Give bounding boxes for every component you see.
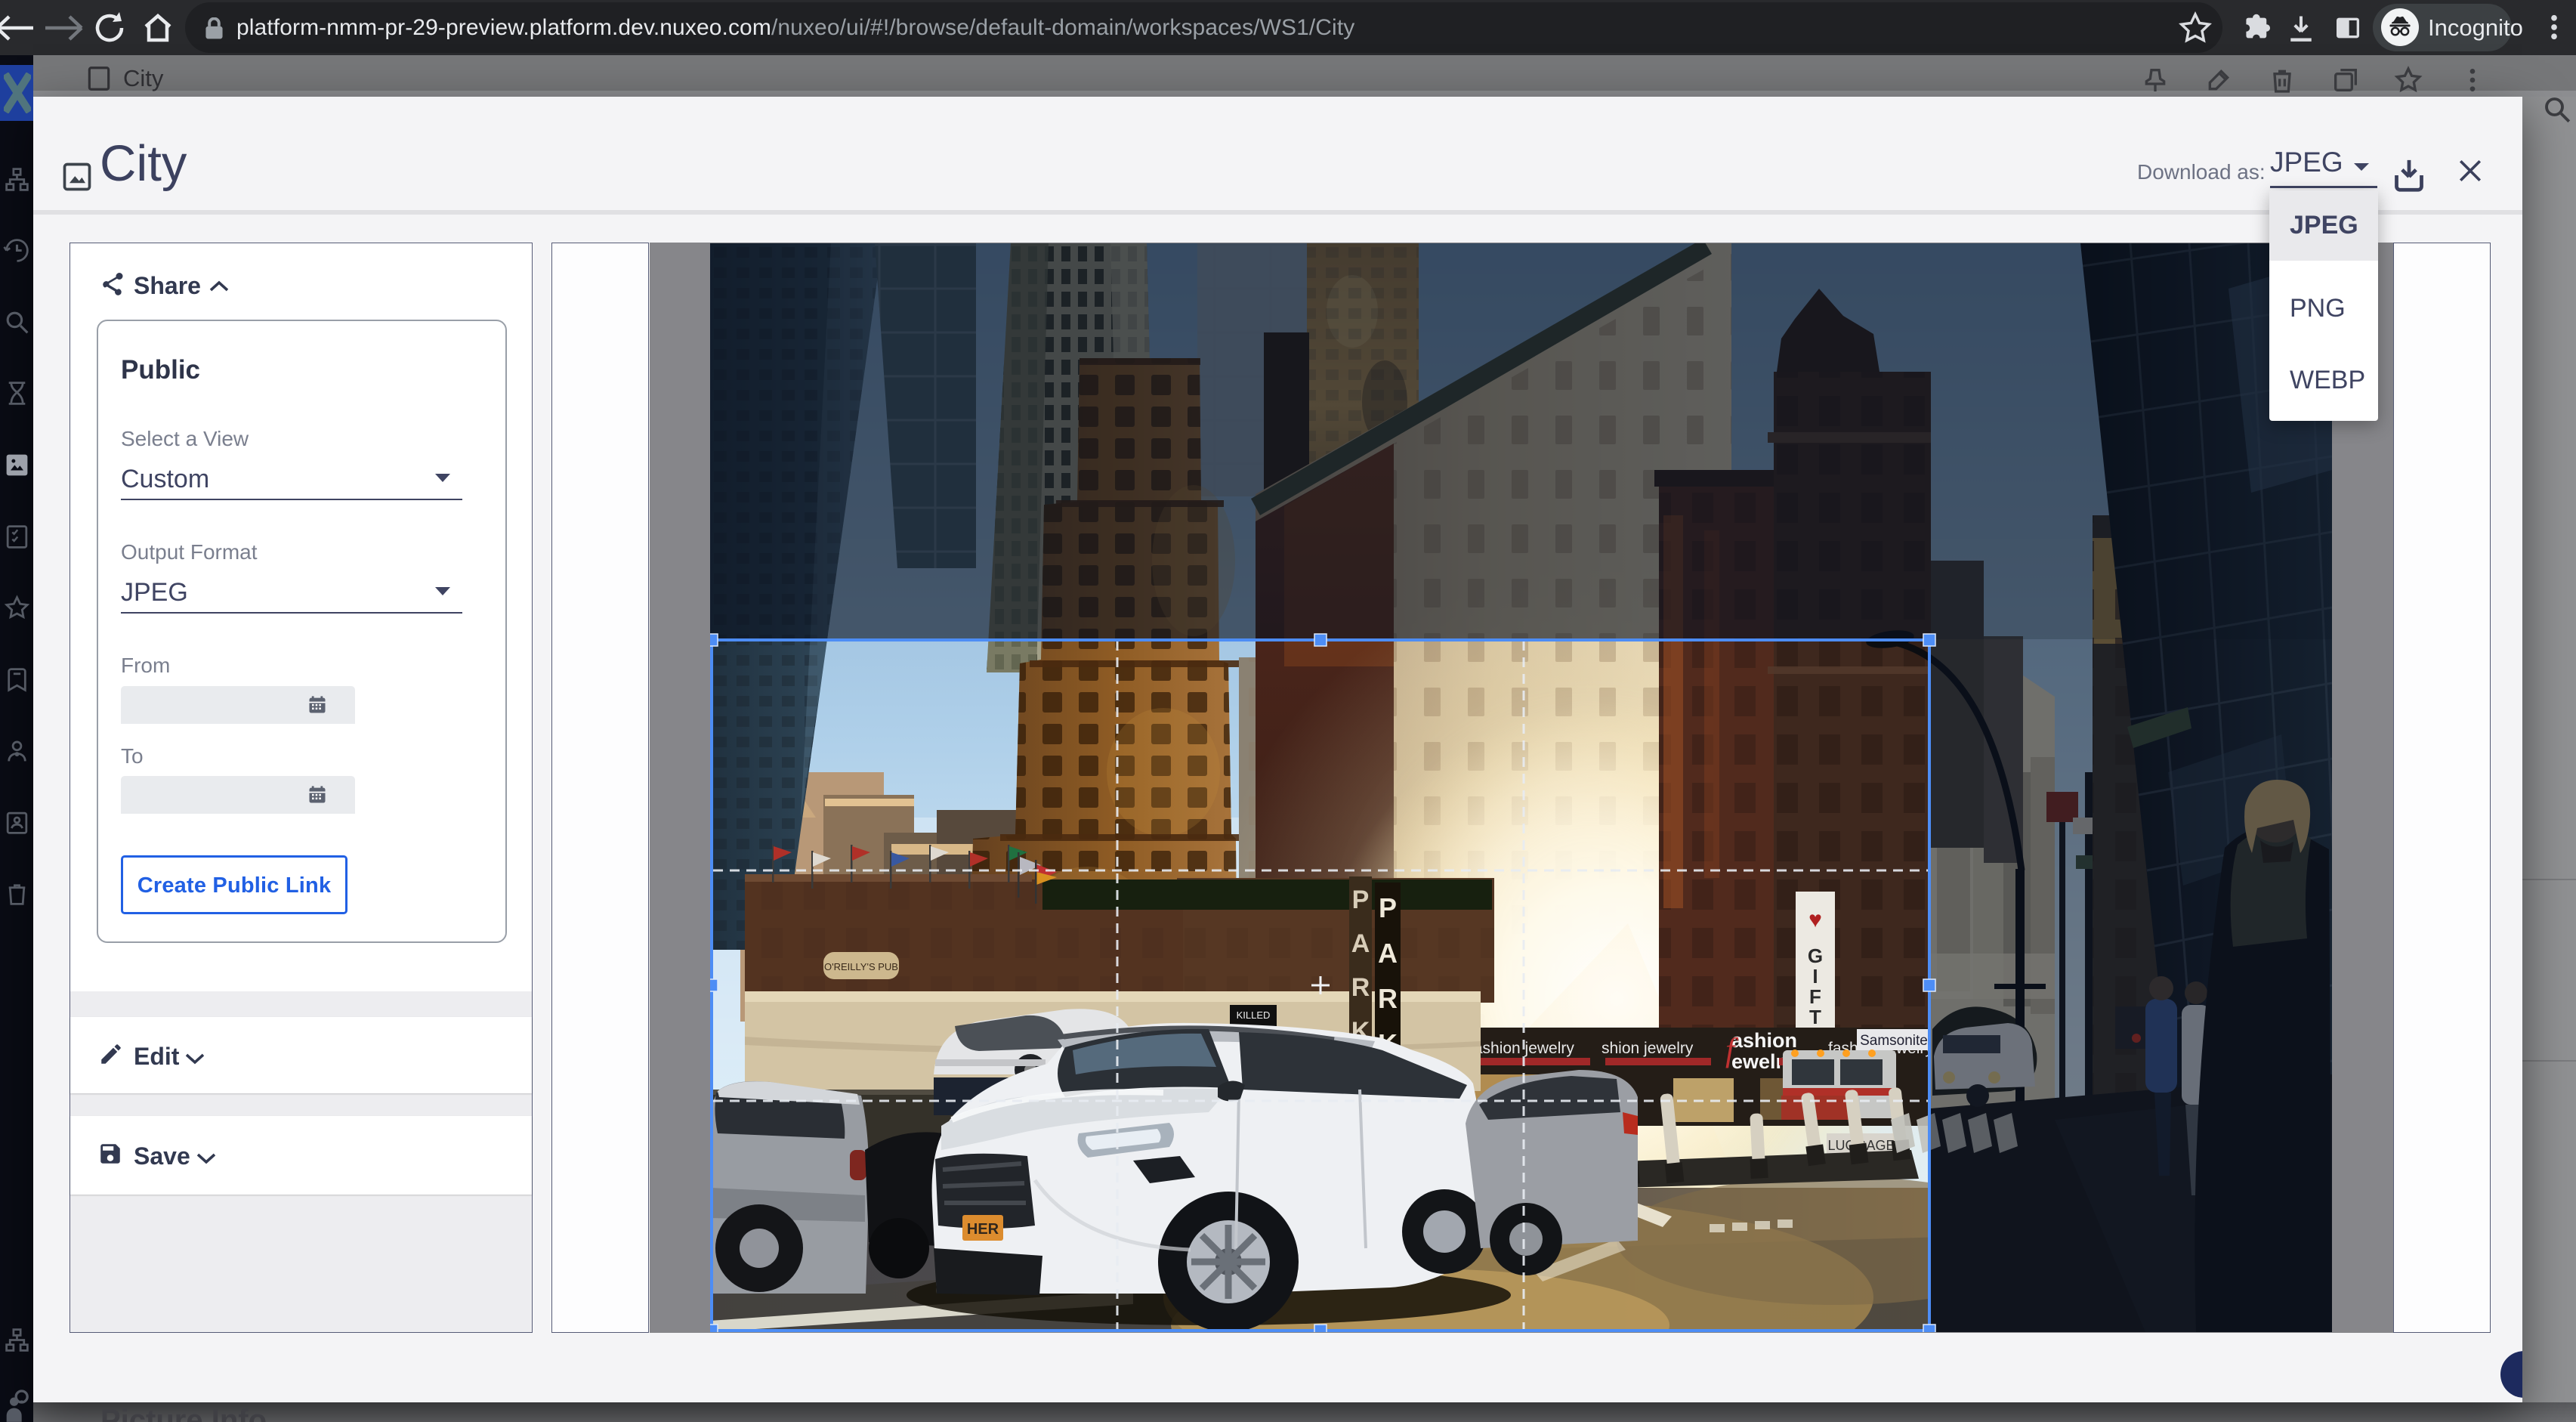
svg-text:shion jewelry: shion jewelry: [1602, 1040, 1694, 1057]
svg-text:Samsonite: Samsonite: [1860, 1033, 1928, 1049]
svg-text:HER: HER: [967, 1221, 999, 1238]
svg-text:I: I: [1812, 965, 1818, 988]
svg-text:A: A: [1351, 929, 1370, 958]
svg-text:fashion jewelry: fashion jewelry: [1469, 1040, 1574, 1057]
svg-text:R: R: [1351, 973, 1370, 1002]
svg-text:A: A: [1378, 938, 1398, 969]
svg-text:P: P: [1352, 886, 1370, 914]
svg-text:F: F: [1809, 985, 1821, 1008]
svg-text:T: T: [1809, 1006, 1821, 1028]
svg-text:ashion: ashion: [1731, 1029, 1797, 1052]
svg-text:♥: ♥: [1808, 907, 1822, 932]
svg-text:G: G: [1808, 944, 1823, 967]
svg-text:O'REILLY'S PUB: O'REILLY'S PUB: [824, 961, 898, 972]
svg-text:KILLED: KILLED: [1237, 1009, 1271, 1021]
svg-text:P: P: [1379, 892, 1397, 923]
svg-text:R: R: [1378, 983, 1398, 1014]
